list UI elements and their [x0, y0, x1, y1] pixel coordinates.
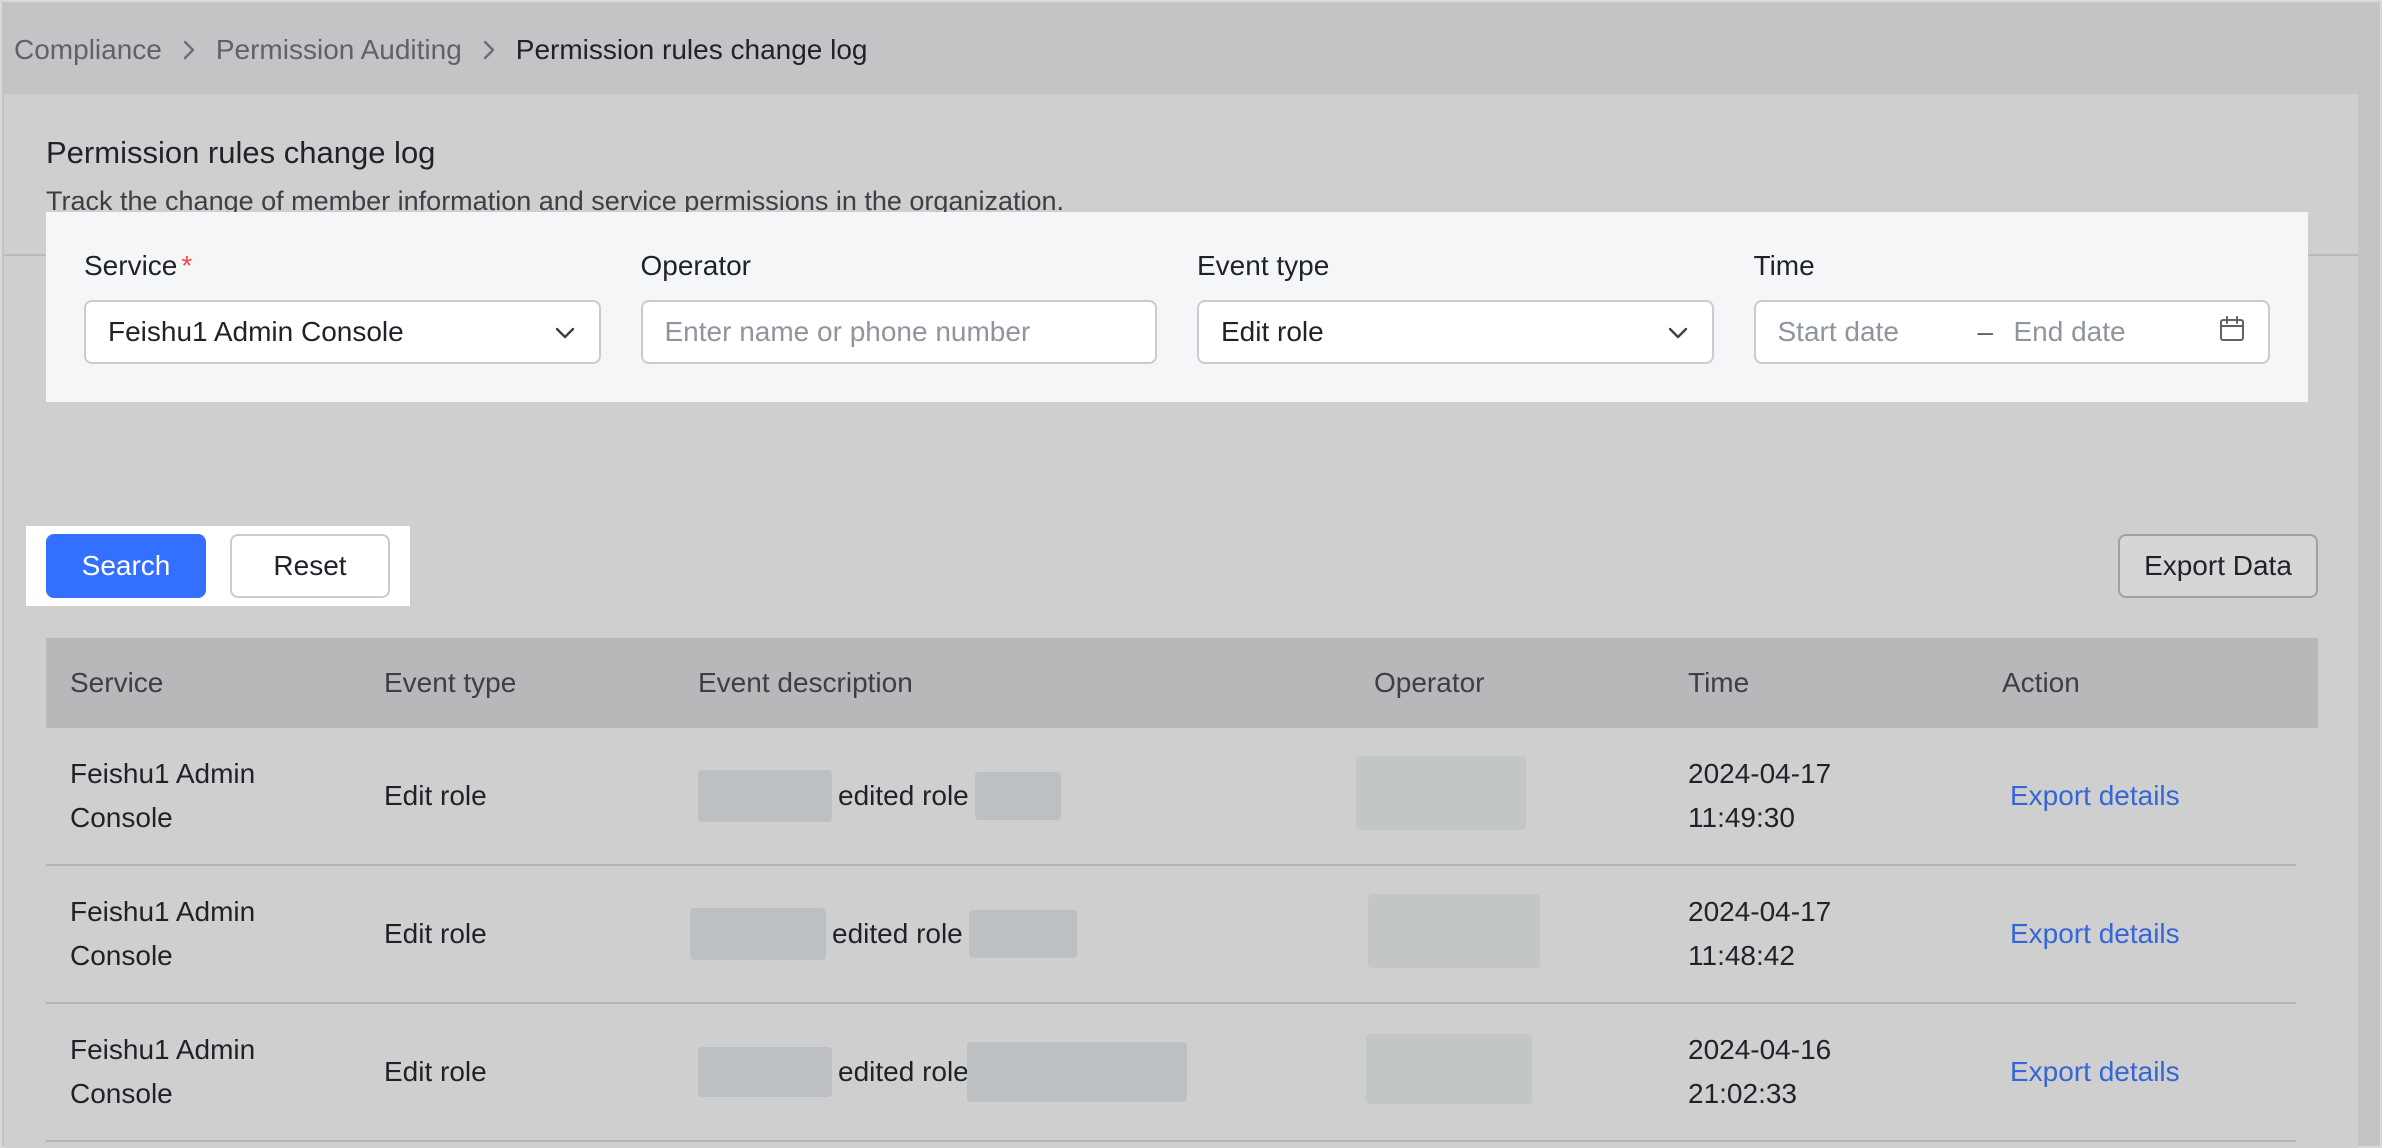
calendar-icon[interactable]	[2218, 315, 2246, 350]
table-row: Feishu1 Admin Console Edit role edited r…	[46, 728, 2296, 866]
export-details-link[interactable]: Export details	[2010, 780, 2180, 811]
cell-clock-time: 11:49:30	[1688, 802, 1795, 833]
breadcrumb-item-current: Permission rules change log	[515, 34, 868, 65]
end-date-input[interactable]: End date	[2014, 316, 2219, 348]
redacted-operator	[1366, 1033, 1532, 1104]
chevron-right-icon	[176, 37, 202, 63]
redacted-name	[690, 908, 826, 960]
redacted-role	[968, 910, 1077, 958]
operator-input[interactable]	[664, 316, 1133, 348]
export-data-button[interactable]: Export Data	[2118, 534, 2318, 598]
column-header-operator: Operator	[1374, 667, 1485, 698]
cell-time: 2024-04-17 11:48:42	[1664, 890, 1978, 978]
redacted-operator	[1368, 893, 1540, 968]
cell-service-line2: Console	[70, 1078, 173, 1109]
cell-action: Export details	[1978, 780, 2296, 812]
cell-event-description: edited role	[674, 908, 1350, 960]
cell-time: 2024-04-16 21:02:33	[1664, 1028, 1978, 1116]
cell-clock-time: 11:48:42	[1688, 940, 1795, 971]
redacted-name	[698, 1047, 832, 1097]
required-mark: *	[181, 250, 193, 281]
operator-field-wrapper	[640, 300, 1157, 364]
service-filter: Service * Feishu1 Admin Console	[84, 246, 601, 402]
cell-service-line1: Feishu1 Admin	[70, 1034, 256, 1065]
operator-label: Operator	[640, 250, 752, 281]
filter-bar: Service * Feishu1 Admin Console Operator …	[46, 212, 2308, 402]
cell-event-type: Edit role	[384, 918, 487, 949]
event-type-label: Event type	[1197, 250, 1330, 281]
table-row: Feishu1 Admin Console Edit role edited r…	[46, 866, 2296, 1004]
search-actions: Search Reset	[26, 526, 410, 606]
cell-action: Export details	[1978, 1056, 2296, 1088]
service-label: Service *	[84, 246, 601, 286]
cell-event-type: Edit role	[384, 1056, 487, 1087]
export-details-link[interactable]: Export details	[2010, 918, 2180, 949]
cell-operator	[1350, 893, 1664, 975]
cell-date: 2024-04-16	[1688, 1034, 1832, 1065]
page-title: Permission rules change log	[46, 135, 436, 170]
event-type-select[interactable]: Edit role	[1197, 300, 1714, 364]
date-range-picker[interactable]: Start date – End date	[1753, 300, 2270, 364]
cell-service-line2: Console	[70, 802, 173, 833]
redacted-role	[974, 772, 1061, 820]
redacted-role	[966, 1042, 1187, 1102]
cell-operator	[1350, 1033, 1664, 1111]
cell-event-description: edited role	[674, 770, 1350, 822]
event-type-select-value: Edit role	[1221, 316, 1324, 347]
chevron-down-icon	[1666, 316, 1690, 348]
redacted-operator	[1356, 755, 1526, 830]
event-description-text: edited role	[838, 1056, 969, 1087]
event-type-filter: Event type Edit role	[1197, 246, 1714, 402]
time-filter: Time Start date – End date	[1753, 246, 2270, 402]
cell-service: Feishu1 Admin Console	[46, 752, 360, 840]
cell-service-line2: Console	[70, 940, 173, 971]
service-select-value: Feishu1 Admin Console	[108, 316, 404, 347]
table-header: Service Event type Event description Ope…	[46, 638, 2318, 728]
breadcrumb-item-compliance[interactable]: Compliance	[14, 34, 162, 66]
event-description-text: edited role	[838, 780, 969, 811]
cell-service: Feishu1 Admin Console	[46, 1028, 360, 1116]
cell-service: Feishu1 Admin Console	[46, 890, 360, 978]
start-date-input[interactable]: Start date	[1778, 316, 1978, 348]
column-header-event-description: Event description	[698, 667, 913, 698]
date-range-separator: –	[1977, 316, 1994, 347]
operator-filter: Operator	[640, 246, 1157, 402]
export-details-link[interactable]: Export details	[2010, 1056, 2180, 1087]
reset-button[interactable]: Reset	[230, 534, 390, 598]
cell-time: 2024-04-17 11:49:30	[1664, 752, 1978, 840]
cell-date: 2024-04-17	[1688, 896, 1832, 927]
column-header-action: Action	[2002, 667, 2080, 698]
cell-event-description: edited role	[674, 1042, 1350, 1102]
column-header-time: Time	[1688, 667, 1750, 698]
cell-clock-time: 21:02:33	[1688, 1078, 1797, 1109]
time-label: Time	[1753, 250, 1815, 281]
redacted-name	[698, 770, 832, 822]
column-header-event-type: Event type	[384, 667, 517, 698]
event-description-text: edited role	[832, 918, 963, 949]
breadcrumb: Compliance Permission Auditing Permissio…	[14, 30, 868, 70]
search-button[interactable]: Search	[46, 534, 206, 598]
cell-date: 2024-04-17	[1688, 758, 1832, 789]
service-label-text: Service	[84, 250, 178, 281]
page: Compliance Permission Auditing Permissio…	[0, 0, 2382, 1148]
cell-event-type: Edit role	[384, 780, 487, 811]
cell-service-line1: Feishu1 Admin	[70, 758, 256, 789]
service-select[interactable]: Feishu1 Admin Console	[84, 300, 601, 364]
cell-action: Export details	[1978, 918, 2296, 950]
table-row: Feishu1 Admin Console Edit role edited r…	[46, 1004, 2296, 1142]
change-log-table: Service Event type Event description Ope…	[46, 638, 2318, 1142]
cell-operator	[1350, 755, 1664, 837]
cell-service-line1: Feishu1 Admin	[70, 896, 256, 927]
chevron-right-icon	[476, 37, 502, 63]
date-range: Start date – End date	[1778, 316, 2219, 348]
breadcrumb-item-permission-auditing[interactable]: Permission Auditing	[216, 34, 462, 66]
column-header-service: Service	[70, 667, 164, 698]
chevron-down-icon	[553, 316, 577, 348]
